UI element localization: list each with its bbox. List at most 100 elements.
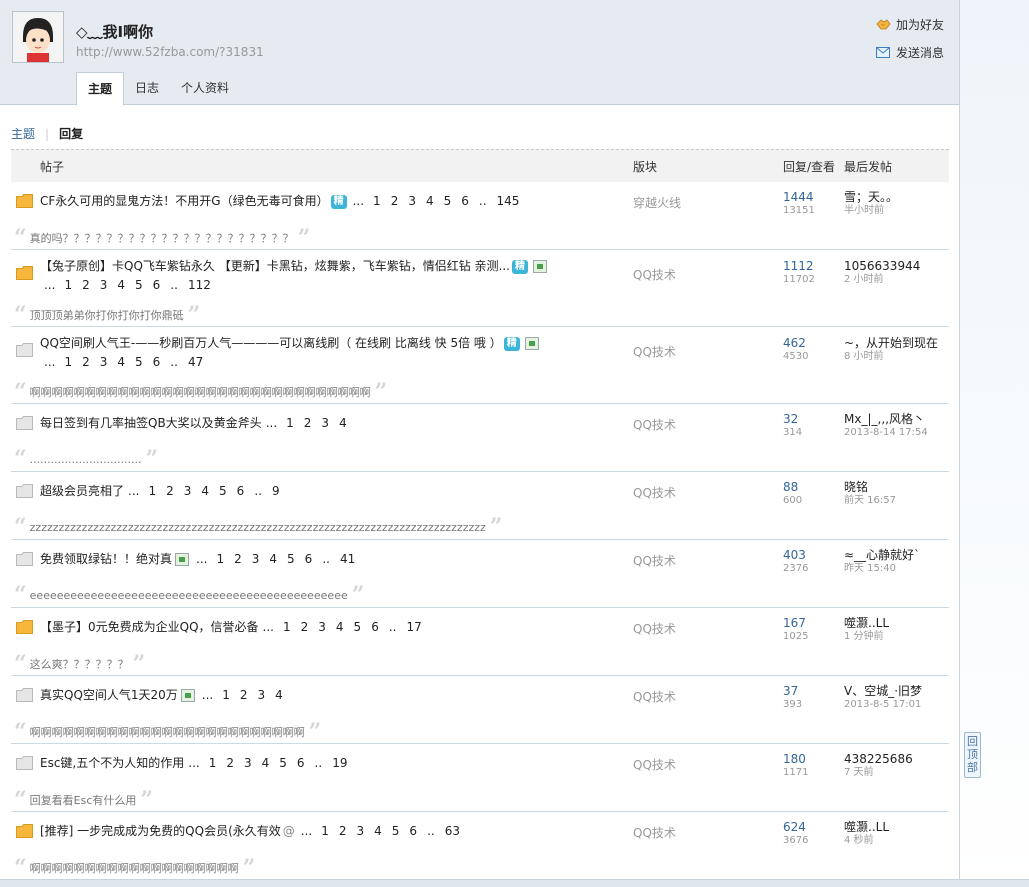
reply-excerpt-text[interactable]: 真的吗？？？？？？？？？？？？？？？？？？？？？	[30, 230, 294, 246]
page-link[interactable]: 5	[354, 620, 362, 634]
page-link[interactable]: 6	[153, 278, 161, 292]
reply-excerpt-text[interactable]: eeeeeeeeeeeeeeeeeeeeeeeeeeeeeeeeeeeeeeee…	[30, 589, 348, 602]
page-link[interactable]: 3	[184, 484, 192, 498]
page-link[interactable]: 3	[244, 756, 252, 770]
page-link[interactable]: 3	[100, 355, 108, 369]
forum-link[interactable]: QQ技术	[633, 484, 676, 501]
page-link[interactable]: 41	[340, 552, 355, 566]
page-link[interactable]: 5	[392, 824, 400, 838]
reply-excerpt-text[interactable]: 啊啊啊啊啊啊啊啊啊啊啊啊啊啊啊啊啊啊啊	[30, 860, 239, 876]
page-link[interactable]: 6	[371, 620, 379, 634]
page-link[interactable]: 3	[321, 416, 329, 430]
post-title-link[interactable]: [推荐] 一步完成成为免费的QQ会员(永久有效	[40, 824, 281, 838]
page-link[interactable]: 1	[222, 688, 230, 702]
last-poster[interactable]: 438225686	[844, 752, 913, 766]
last-poster[interactable]: V、空城_·旧梦	[844, 684, 922, 698]
tab-blog[interactable]: 日志	[124, 72, 170, 104]
page-link[interactable]: 3	[357, 824, 365, 838]
page-link[interactable]: 1	[148, 484, 156, 498]
page-link[interactable]: 3	[318, 620, 326, 634]
forum-link[interactable]: QQ技术	[633, 824, 676, 841]
post-title-link[interactable]: 【兔子原创】卡QQ飞车紫钻永久 【更新】卡黑钻，炫舞紫，飞车紫钻，情侣红钻 亲测…	[40, 259, 510, 273]
post-title-link[interactable]: 每日签到有几率抽签QB大奖以及黄金斧头	[40, 416, 262, 430]
page-link[interactable]: 63	[445, 824, 460, 838]
page-link[interactable]: 19	[332, 756, 347, 770]
reply-count[interactable]: 167	[783, 616, 808, 630]
page-link[interactable]: 2	[82, 278, 90, 292]
page-link[interactable]: 5	[135, 278, 143, 292]
page-link[interactable]: 3	[408, 194, 416, 208]
forum-link[interactable]: 穿越火线	[633, 194, 681, 211]
page-link[interactable]: 4	[336, 620, 344, 634]
last-poster[interactable]: 噬灏..LL	[844, 820, 889, 834]
reply-count[interactable]: 1112	[783, 259, 815, 273]
page-link[interactable]: 6	[153, 355, 161, 369]
avatar[interactable]	[12, 11, 64, 63]
page-link[interactable]: 1	[64, 355, 72, 369]
tab-profile[interactable]: 个人资料	[170, 72, 240, 104]
reply-count[interactable]: 403	[783, 548, 808, 562]
page-link[interactable]: 1	[209, 756, 217, 770]
page-link[interactable]: 1	[216, 552, 224, 566]
page-link[interactable]: 2	[301, 620, 309, 634]
page-link[interactable]: 4	[117, 278, 125, 292]
last-poster[interactable]: 噬灏..LL	[844, 616, 889, 630]
page-link[interactable]: 1	[373, 194, 381, 208]
page-link[interactable]: 2	[226, 756, 234, 770]
forum-link[interactable]: QQ技术	[633, 416, 676, 433]
subnav-replies[interactable]: 回复	[59, 125, 83, 142]
page-link[interactable]: 112	[188, 278, 211, 292]
page-link[interactable]: 2	[240, 688, 248, 702]
page-link[interactable]: 1	[321, 824, 329, 838]
tab-topics[interactable]: 主题	[76, 72, 125, 106]
page-link[interactable]: 6	[237, 484, 245, 498]
last-poster[interactable]: 晓铭	[844, 480, 896, 494]
last-poster[interactable]: Mx_|_,,,风格丶	[844, 412, 928, 426]
page-link[interactable]: 1	[64, 278, 72, 292]
last-poster[interactable]: 雪；天。。	[844, 190, 898, 204]
page-link[interactable]: 1	[286, 416, 294, 430]
page-link[interactable]: 4	[269, 552, 277, 566]
reply-excerpt-text[interactable]: ................................	[30, 453, 142, 466]
page-link[interactable]: 6	[409, 824, 417, 838]
reply-count[interactable]: 462	[783, 336, 808, 350]
reply-excerpt-text[interactable]: 顶顶顶弟弟你打你打你打你鼎砥	[30, 307, 184, 323]
last-poster[interactable]: ≈__心静就好`	[844, 548, 920, 562]
page-link[interactable]: 2	[339, 824, 347, 838]
post-title-link[interactable]: 真实QQ空间人气1天20万	[40, 688, 178, 702]
page-link[interactable]: 5	[279, 756, 287, 770]
page-link[interactable]: 47	[188, 355, 203, 369]
page-link[interactable]: 1	[283, 620, 291, 634]
last-poster[interactable]: ~，从开始到现在	[844, 336, 938, 350]
forum-link[interactable]: QQ技术	[633, 266, 676, 283]
page-link[interactable]: 5	[135, 355, 143, 369]
reply-excerpt-text[interactable]: 啊啊啊啊啊啊啊啊啊啊啊啊啊啊啊啊啊啊啊啊啊啊啊啊啊	[30, 724, 305, 740]
subnav-topics[interactable]: 主题	[11, 125, 35, 142]
forum-link[interactable]: QQ技术	[633, 688, 676, 705]
page-link[interactable]: 2	[391, 194, 399, 208]
forum-link[interactable]: QQ技术	[633, 620, 676, 637]
post-title-link[interactable]: Esc键,五个不为人知的作用	[40, 756, 184, 770]
page-link[interactable]: 5	[287, 552, 295, 566]
reply-count[interactable]: 37	[783, 684, 802, 698]
forum-link[interactable]: QQ技术	[633, 343, 676, 360]
page-link[interactable]: 6	[297, 756, 305, 770]
last-poster[interactable]: 1056633944	[844, 259, 920, 273]
page-link[interactable]: 2	[234, 552, 242, 566]
post-title-link[interactable]: 【墨子】0元免费成为企业QQ，信誉必备	[40, 620, 259, 634]
reply-count[interactable]: 1444	[783, 190, 815, 204]
page-link[interactable]: 4	[339, 416, 347, 430]
page-link[interactable]: 6	[461, 194, 469, 208]
page-link[interactable]: 4	[275, 688, 283, 702]
forum-link[interactable]: QQ技术	[633, 552, 676, 569]
page-link[interactable]: 3	[100, 278, 108, 292]
reply-excerpt-text[interactable]: zzzzzzzzzzzzzzzzzzzzzzzzzzzzzzzzzzzzzzzz…	[30, 521, 486, 534]
page-link[interactable]: 5	[219, 484, 227, 498]
page-link[interactable]: 4	[374, 824, 382, 838]
reply-count[interactable]: 180	[783, 752, 808, 766]
reply-excerpt-text[interactable]: 回复看看Esc有什么用	[30, 792, 137, 808]
page-link[interactable]: 4	[426, 194, 434, 208]
reply-excerpt-text[interactable]: 啊啊啊啊啊啊啊啊啊啊啊啊啊啊啊啊啊啊啊啊啊啊啊啊啊啊啊啊啊啊啊	[30, 384, 371, 400]
reply-excerpt-text[interactable]: 这么爽？？？？？？	[30, 656, 129, 672]
add-friend-button[interactable]: 加为好友	[876, 16, 944, 33]
